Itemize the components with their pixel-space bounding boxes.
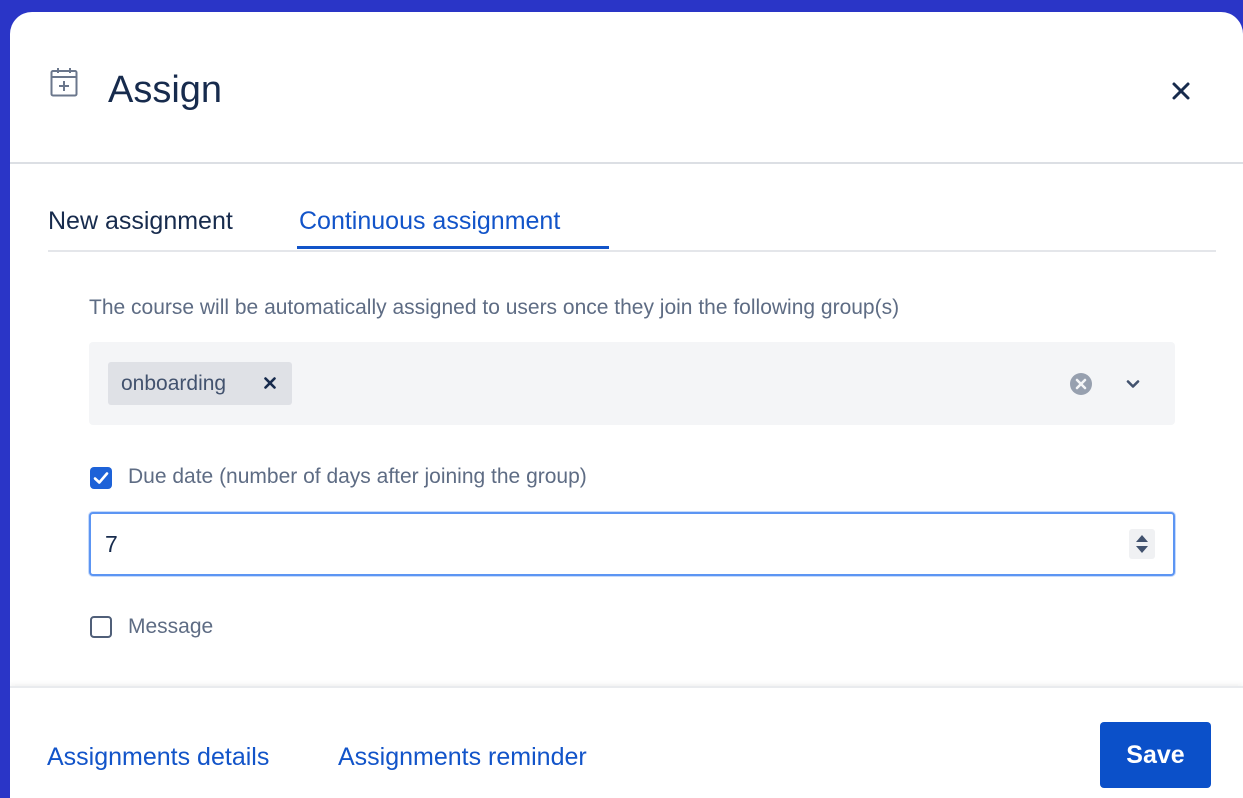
assign-dialog: Assign New assignment Continuous assignm…: [10, 12, 1243, 798]
group-chip-label: onboarding: [121, 372, 227, 395]
assignments-details-link[interactable]: Assignments details: [47, 740, 269, 774]
clear-circle-icon[interactable]: [1069, 372, 1093, 396]
continuous-description: The course will be automatically assigne…: [89, 296, 900, 319]
tab-new-assignment[interactable]: New assignment: [48, 204, 233, 238]
dialog-footer: Assignments details Assignments reminder…: [10, 686, 1243, 798]
dialog-title: Assign: [108, 69, 223, 111]
due-date-label: Due date (number of days after joining t…: [128, 465, 587, 488]
chevron-down-icon[interactable]: [1124, 375, 1142, 393]
active-tab-indicator: [297, 246, 609, 249]
message-label: Message: [128, 615, 214, 638]
remove-icon[interactable]: [262, 375, 278, 391]
checkmark-icon: [93, 472, 109, 484]
due-date-checkbox[interactable]: [90, 467, 112, 489]
group-multi-select[interactable]: onboarding: [89, 342, 1175, 425]
due-days-input[interactable]: 7: [89, 512, 1175, 576]
dialog-header: Assign: [10, 12, 1243, 164]
due-days-value: 7: [105, 531, 118, 557]
save-button[interactable]: Save: [1100, 722, 1211, 788]
assignment-tabs: New assignment Continuous assignment: [48, 190, 1216, 252]
up-down-stepper-icon[interactable]: [1129, 529, 1155, 559]
close-icon[interactable]: [1168, 78, 1194, 104]
assignments-reminder-link[interactable]: Assignments reminder: [338, 740, 587, 774]
group-chip-onboarding: onboarding: [108, 362, 292, 405]
message-checkbox[interactable]: [90, 616, 112, 638]
tab-continuous-assignment[interactable]: Continuous assignment: [299, 204, 560, 238]
calendar-plus-icon: [50, 68, 78, 97]
